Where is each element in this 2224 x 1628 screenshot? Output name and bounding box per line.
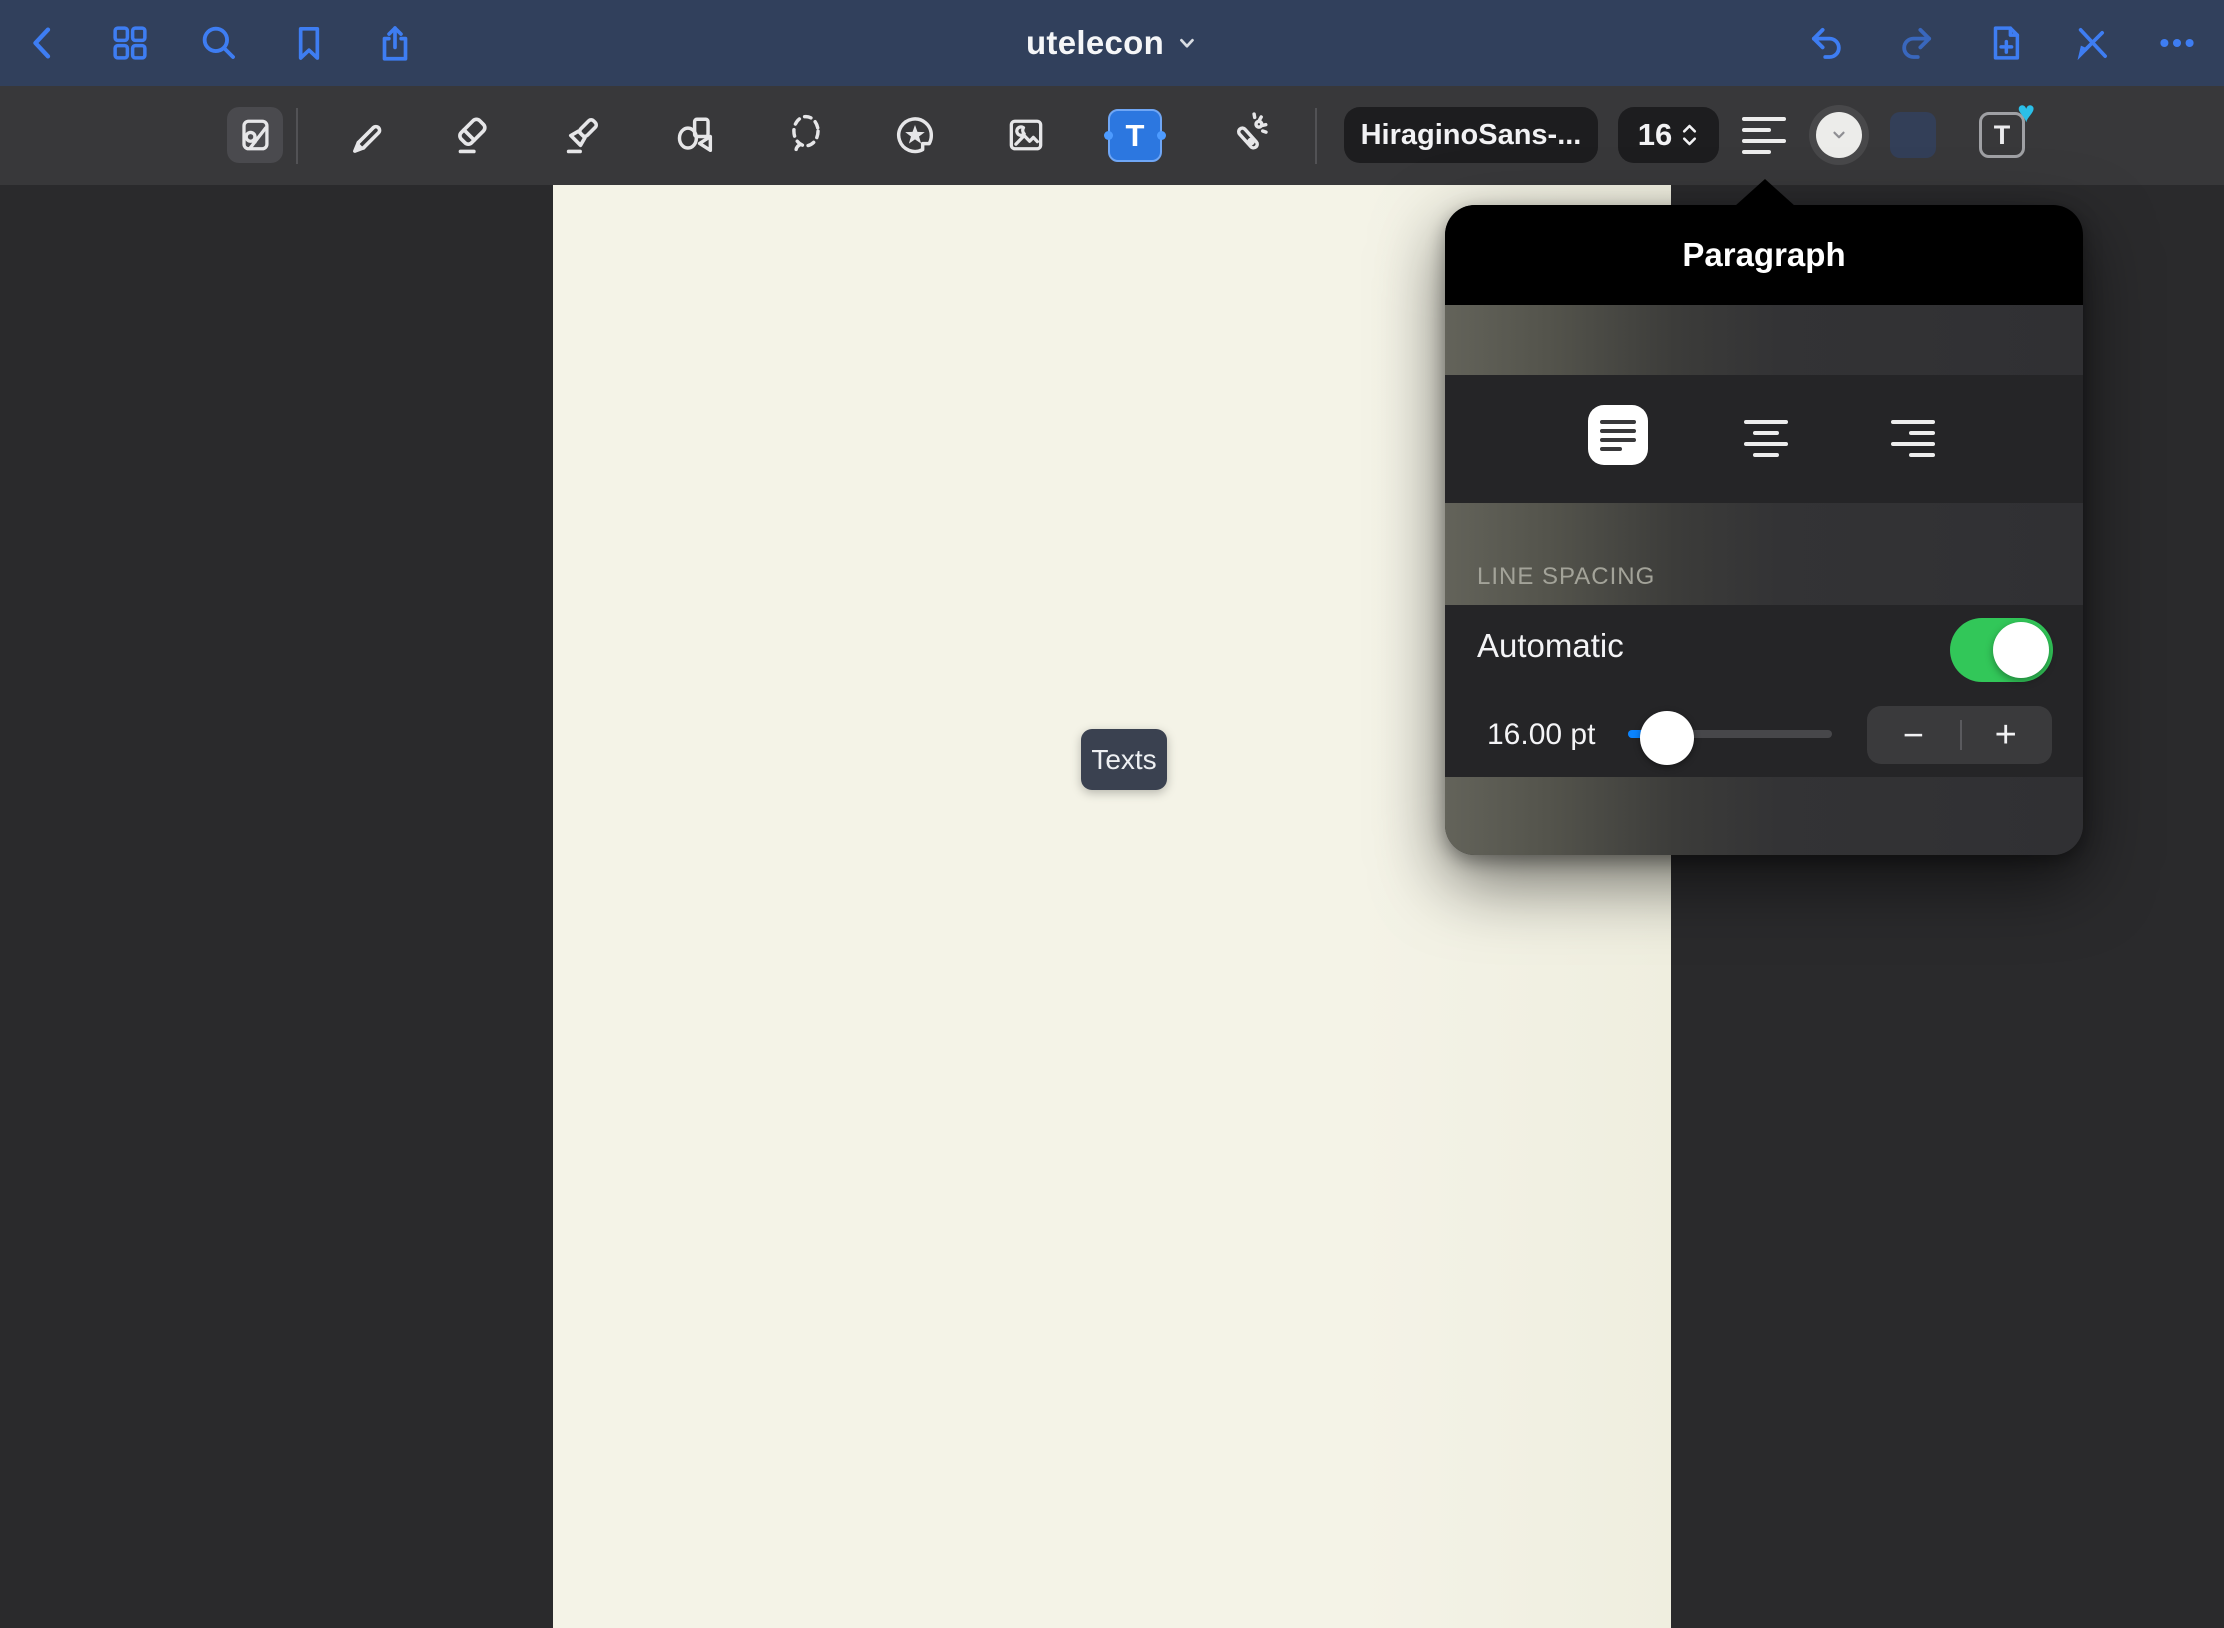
increase-spacing-button[interactable]: +: [1960, 706, 2053, 764]
exit-edit-button[interactable]: [2069, 20, 2115, 66]
image-tool[interactable]: [1003, 112, 1049, 158]
line-spacing-heading: LINE SPACING: [1477, 563, 1655, 591]
eraser-tool[interactable]: [448, 112, 494, 158]
document-title: utelecon: [1026, 24, 1164, 62]
font-size-label: 16: [1638, 117, 1672, 153]
favorite-style-label: T: [1994, 120, 2011, 151]
popover-arrow-icon: [1735, 179, 1795, 206]
paragraph-options-button[interactable]: [1742, 117, 1786, 154]
share-icon: [374, 22, 416, 64]
favorite-text-style-button[interactable]: T ♥: [1979, 112, 2025, 158]
align-line: [1742, 128, 1771, 132]
add-page-button[interactable]: [1983, 20, 2029, 66]
align-left-button[interactable]: [1588, 405, 1648, 465]
align-line: [1742, 139, 1786, 143]
chevron-down-icon: [1830, 126, 1848, 144]
pen-icon: [343, 112, 389, 158]
align-line: [1742, 117, 1786, 121]
eraser-icon: [448, 112, 494, 158]
font-family-button[interactable]: HiraginoSans-...: [1344, 107, 1598, 163]
selection-handle-left-icon: [1104, 131, 1113, 140]
undo-icon: [1806, 22, 1848, 64]
text-tool-label: T: [1126, 118, 1145, 154]
toolbar-divider: [1315, 108, 1317, 164]
app-root: utelecon: [0, 0, 2224, 1628]
stepper-divider: [1960, 720, 1962, 750]
redo-button[interactable]: [1893, 20, 1939, 66]
lasso-tool[interactable]: [782, 112, 828, 158]
alignment-row: [1445, 375, 2083, 503]
selection-handle-right-icon: [1157, 131, 1166, 140]
toggle-knob: [1993, 622, 2049, 678]
add-page-icon: [1985, 22, 2027, 64]
toolbox-button[interactable]: [227, 107, 283, 163]
text-color-picker[interactable]: [1809, 105, 1869, 165]
highlighter-icon: [560, 112, 606, 158]
bookmark-icon: [289, 23, 329, 63]
thumbnails-grid-icon: [109, 22, 151, 64]
popover-band: [1445, 777, 2083, 855]
chevron-down-icon: [1176, 32, 1198, 54]
notebook-pen-icon: [233, 113, 277, 157]
thumbnails-button[interactable]: [107, 20, 153, 66]
align-line: [1742, 150, 1771, 154]
texts-callout[interactable]: Texts: [1081, 729, 1167, 790]
spacing-stepper: − +: [1867, 706, 2052, 764]
font-size-button[interactable]: 16: [1618, 107, 1719, 163]
popover-band: LINE SPACING: [1445, 503, 2083, 605]
navigation-bar: utelecon: [0, 0, 2224, 86]
automatic-label: Automatic: [1477, 627, 1624, 665]
automatic-toggle[interactable]: [1950, 618, 2053, 682]
align-center-icon: [1744, 420, 1788, 457]
shapes-tool[interactable]: [672, 112, 718, 158]
popover-title: Paragraph: [1682, 236, 1845, 274]
laser-pointer-tool[interactable]: [1224, 112, 1270, 158]
align-left-icon: [1600, 420, 1636, 451]
popover-header: Paragraph: [1445, 205, 2083, 305]
texts-callout-label: Texts: [1091, 744, 1156, 776]
spacing-slider-knob[interactable]: [1640, 711, 1694, 765]
decrease-spacing-button[interactable]: −: [1867, 706, 1960, 764]
more-options-button[interactable]: [2154, 20, 2200, 66]
background-color-swatch[interactable]: [1890, 112, 1936, 158]
redo-icon: [1895, 22, 1937, 64]
shapes-icon: [672, 112, 718, 158]
sticker-star-icon: [892, 112, 938, 158]
image-icon: [1004, 113, 1048, 157]
back-icon: [23, 23, 63, 63]
stickers-tool[interactable]: [892, 112, 938, 158]
paragraph-popover: Paragraph LINE SPACING: [1445, 205, 2083, 855]
toolbar-divider: [296, 108, 298, 164]
lasso-icon: [782, 112, 828, 158]
popover-band: [1445, 305, 2083, 375]
heart-icon: ♥: [2017, 98, 2035, 128]
laser-pointer-icon: [1224, 112, 1270, 158]
align-right-icon: [1891, 420, 1935, 457]
line-spacing-controls: Automatic 16.00 pt − +: [1445, 605, 2083, 777]
tools-toolbar: T HiraginoSans-... 16 T ♥: [0, 86, 2224, 185]
text-tool-selected[interactable]: T: [1108, 109, 1162, 162]
highlighter-tool[interactable]: [560, 112, 606, 158]
back-button[interactable]: [20, 20, 66, 66]
text-color-swatch: [1816, 112, 1862, 158]
size-stepper-icon: [1680, 121, 1699, 149]
pencil-off-icon: [2071, 22, 2113, 64]
font-family-label: HiraginoSans-...: [1361, 119, 1582, 152]
pen-tool[interactable]: [343, 112, 389, 158]
search-button[interactable]: [196, 20, 242, 66]
undo-button[interactable]: [1804, 20, 1850, 66]
document-title-menu[interactable]: utelecon: [1026, 0, 1198, 86]
align-right-button[interactable]: [1891, 420, 1935, 457]
spacing-value: 16.00 pt: [1487, 718, 1595, 752]
bookmark-button[interactable]: [286, 20, 332, 66]
search-icon: [198, 22, 240, 64]
more-ellipsis-icon: [2156, 22, 2198, 64]
align-center-button[interactable]: [1744, 420, 1788, 457]
share-button[interactable]: [372, 20, 418, 66]
